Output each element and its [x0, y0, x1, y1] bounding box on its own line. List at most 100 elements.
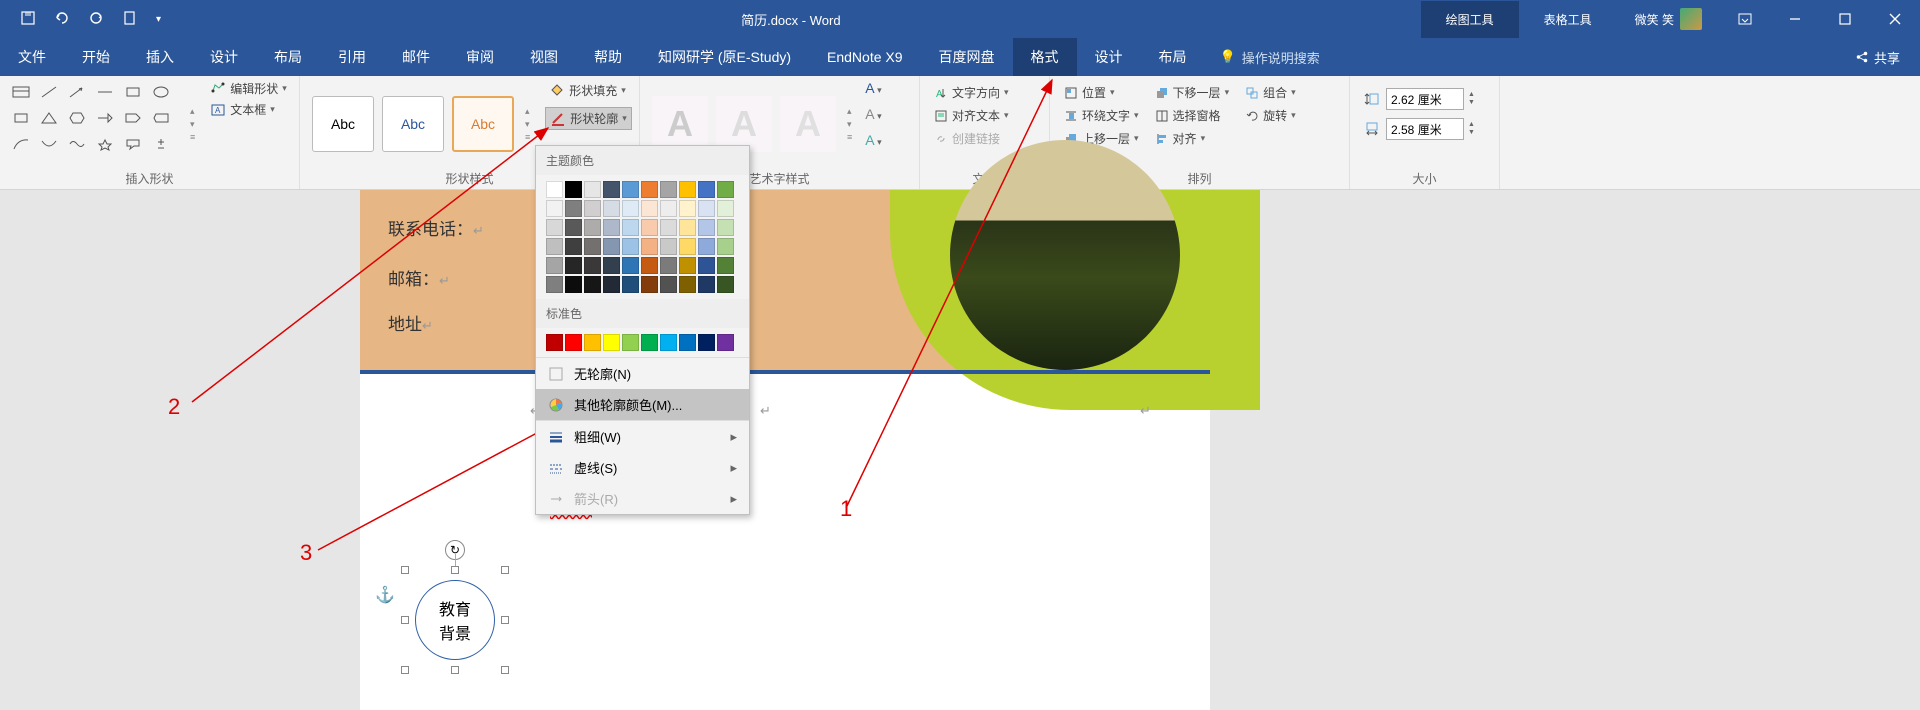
color-swatch[interactable] — [660, 200, 677, 217]
color-swatch[interactable] — [698, 219, 715, 236]
color-swatch[interactable] — [584, 238, 601, 255]
color-swatch[interactable] — [679, 276, 696, 293]
width-input[interactable] — [1386, 118, 1464, 140]
tab-design[interactable]: 设计 — [192, 38, 256, 76]
color-swatch[interactable] — [565, 334, 582, 351]
color-swatch[interactable] — [546, 238, 563, 255]
color-swatch[interactable] — [641, 219, 658, 236]
maximize-button[interactable] — [1820, 0, 1870, 38]
weight-item[interactable]: 粗细(W) ▸ — [536, 421, 749, 452]
color-swatch[interactable] — [565, 200, 582, 217]
tab-endnote[interactable]: EndNote X9 — [809, 38, 921, 76]
tab-home[interactable]: 开始 — [64, 38, 128, 76]
color-swatch[interactable] — [622, 219, 639, 236]
align-text-button[interactable]: 对齐文本 ▾ — [934, 107, 1035, 124]
group-button[interactable]: 组合 ▾ — [1245, 84, 1296, 101]
color-swatch[interactable] — [679, 257, 696, 274]
color-swatch[interactable] — [546, 219, 563, 236]
color-swatch[interactable] — [584, 200, 601, 217]
color-swatch[interactable] — [603, 219, 620, 236]
user-account[interactable]: 微笑 笑 — [1617, 8, 1720, 30]
resize-handle-sw[interactable] — [401, 666, 409, 674]
color-swatch[interactable] — [584, 219, 601, 236]
wordart-preset-1[interactable]: A — [652, 96, 708, 152]
color-swatch[interactable] — [603, 276, 620, 293]
color-swatch[interactable] — [717, 181, 734, 198]
text-effects-icon[interactable]: A ▾ — [865, 132, 881, 148]
tell-me-search[interactable]: 💡 操作说明搜索 — [1205, 38, 1335, 76]
color-swatch[interactable] — [660, 238, 677, 255]
text-box-button[interactable]: A 文本框 ▾ — [210, 101, 287, 118]
resize-handle-s[interactable] — [451, 666, 459, 674]
tab-layout-2[interactable]: 布局 — [1141, 38, 1205, 76]
color-swatch[interactable] — [565, 257, 582, 274]
color-swatch[interactable] — [603, 181, 620, 198]
more-colors-item[interactable]: 其他轮廓颜色(M)... — [536, 389, 749, 420]
tab-cnki[interactable]: 知网研学 (原E-Study) — [640, 38, 809, 76]
color-swatch[interactable] — [584, 276, 601, 293]
color-swatch[interactable] — [603, 238, 620, 255]
color-swatch[interactable] — [546, 257, 563, 274]
color-swatch[interactable] — [584, 257, 601, 274]
text-direction-button[interactable]: A 文字方向 ▾ — [934, 84, 1035, 101]
height-input[interactable] — [1386, 88, 1464, 110]
redo-icon[interactable] — [88, 10, 104, 29]
resize-handle-n[interactable] — [451, 566, 459, 574]
color-swatch[interactable] — [565, 238, 582, 255]
tab-baidu[interactable]: 百度网盘 — [921, 38, 1013, 76]
color-swatch[interactable] — [679, 334, 696, 351]
tab-view[interactable]: 视图 — [512, 38, 576, 76]
arrows-item[interactable]: 箭头(R) ▸ — [536, 483, 749, 514]
resize-handle-nw[interactable] — [401, 566, 409, 574]
save-icon[interactable] — [20, 10, 36, 29]
text-outline-icon[interactable]: A ▾ — [865, 106, 881, 122]
color-swatch[interactable] — [679, 200, 696, 217]
color-swatch[interactable] — [660, 257, 677, 274]
close-button[interactable] — [1870, 0, 1920, 38]
style-preset-2[interactable]: Abc — [382, 96, 444, 152]
resize-handle-ne[interactable] — [501, 566, 509, 574]
new-doc-icon[interactable] — [122, 10, 138, 29]
tab-design-2[interactable]: 设计 — [1077, 38, 1141, 76]
color-swatch[interactable] — [717, 257, 734, 274]
color-swatch[interactable] — [641, 238, 658, 255]
color-swatch[interactable] — [660, 334, 677, 351]
color-swatch[interactable] — [584, 334, 601, 351]
color-swatch[interactable] — [660, 181, 677, 198]
color-swatch[interactable] — [698, 238, 715, 255]
tab-layout[interactable]: 布局 — [256, 38, 320, 76]
color-swatch[interactable] — [641, 181, 658, 198]
shapes-gallery[interactable] — [8, 80, 183, 168]
drawing-tools-tab[interactable]: 绘图工具 — [1421, 1, 1519, 38]
tab-references[interactable]: 引用 — [320, 38, 384, 76]
tab-review[interactable]: 审阅 — [448, 38, 512, 76]
color-swatch[interactable] — [679, 238, 696, 255]
tab-help[interactable]: 帮助 — [576, 38, 640, 76]
color-swatch[interactable] — [698, 334, 715, 351]
color-swatch[interactable] — [641, 200, 658, 217]
create-link-button[interactable]: 创建链接 — [934, 130, 1035, 147]
text-fill-icon[interactable]: A ▾ — [865, 80, 881, 96]
tab-insert[interactable]: 插入 — [128, 38, 192, 76]
color-swatch[interactable] — [565, 219, 582, 236]
selection-pane-button[interactable]: 选择窗格 — [1155, 107, 1230, 124]
color-swatch[interactable] — [603, 257, 620, 274]
color-swatch[interactable] — [546, 181, 563, 198]
color-swatch[interactable] — [584, 181, 601, 198]
color-swatch[interactable] — [622, 238, 639, 255]
shape-outline-button[interactable]: 形状轮廓 ▾ — [545, 107, 632, 130]
color-swatch[interactable] — [717, 276, 734, 293]
color-swatch[interactable] — [622, 257, 639, 274]
color-swatch[interactable] — [546, 200, 563, 217]
color-swatch[interactable] — [641, 257, 658, 274]
selected-shape[interactable]: ↻ 教育 背景 — [405, 570, 505, 670]
color-swatch[interactable] — [679, 219, 696, 236]
color-swatch[interactable] — [603, 200, 620, 217]
no-outline-item[interactable]: 无轮廓(N) — [536, 358, 749, 389]
color-swatch[interactable] — [622, 334, 639, 351]
shape-circle[interactable]: 教育 背景 — [415, 580, 495, 660]
tab-mailings[interactable]: 邮件 — [384, 38, 448, 76]
color-swatch[interactable] — [698, 181, 715, 198]
wordart-preset-2[interactable]: A — [716, 96, 772, 152]
color-swatch[interactable] — [622, 181, 639, 198]
